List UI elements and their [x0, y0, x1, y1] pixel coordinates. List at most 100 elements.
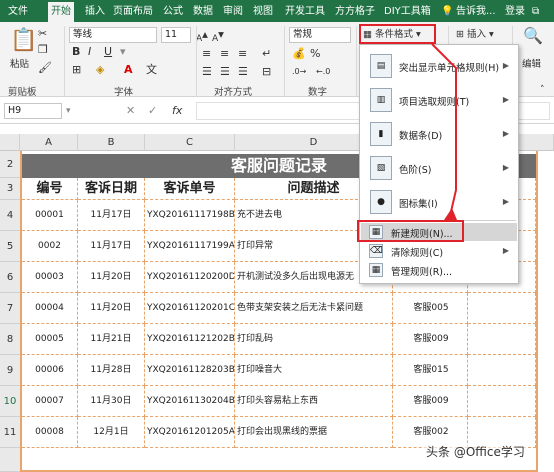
menu-item-clear-rules[interactable]: ⌫ 清除规则(C) ▶ — [361, 242, 517, 260]
decrease-decimal-icon[interactable]: ←.0 — [316, 66, 330, 78]
insert-cells-button[interactable]: ⊞ 插入 ▾ — [456, 26, 494, 40]
merge-center-icon[interactable]: ⊟ — [262, 66, 271, 78]
cell-id[interactable]: 00008 — [22, 417, 78, 448]
font-size-select[interactable]: 11 — [161, 27, 191, 43]
paste-button[interactable]: 粘贴 — [10, 56, 29, 70]
tab-file[interactable]: 文件 — [8, 3, 28, 21]
tab-diy-toolbox[interactable]: DIY工具箱 — [384, 3, 431, 21]
cell-date[interactable]: 11月20日 — [78, 293, 145, 324]
cell-order[interactable]: YXQ20161117198BB — [145, 200, 235, 231]
cell-id[interactable]: 00004 — [22, 293, 78, 324]
currency-icon[interactable]: 💰 — [292, 48, 306, 60]
cell-id[interactable]: 0002 — [22, 231, 78, 262]
percent-button[interactable]: % — [310, 48, 320, 60]
align-middle-icon[interactable]: ≡ — [220, 48, 229, 60]
menu-item-manage-rules[interactable]: ▦ 管理规则(R)... — [361, 261, 517, 279]
row-header[interactable]: 5 — [0, 231, 20, 262]
align-left-icon[interactable]: ☰ — [202, 66, 212, 78]
font-color-button[interactable]: A — [124, 64, 133, 76]
tab-home[interactable]: 开始 — [48, 2, 74, 22]
cell-order[interactable]: YXQ20161120201CS — [145, 293, 235, 324]
tab-review[interactable]: 审阅 — [223, 3, 243, 21]
insert-function-button[interactable]: fx — [172, 105, 182, 117]
row-header[interactable]: 10 — [0, 386, 20, 417]
underline-button[interactable]: U — [104, 46, 112, 58]
name-box-dropdown-icon[interactable]: ▾ — [66, 105, 71, 117]
header-id[interactable]: 编号 — [22, 178, 78, 200]
row-header[interactable]: 8 — [0, 324, 20, 355]
tab-insert[interactable]: 插入 — [85, 3, 105, 21]
cell-order[interactable]: YXQ20161201205AC — [145, 417, 235, 448]
number-format-select[interactable]: 常规 — [289, 27, 351, 43]
cell-date[interactable]: 11月30日 — [78, 386, 145, 417]
find-icon[interactable]: 🔍 — [523, 28, 543, 44]
cell-date[interactable]: 11月20日 — [78, 262, 145, 293]
header-order[interactable]: 客诉单号 — [145, 178, 235, 200]
align-center-icon[interactable]: ☰ — [220, 66, 230, 78]
font-name-select[interactable]: 等线 — [69, 27, 157, 43]
row-header[interactable]: 9 — [0, 355, 20, 386]
cell-agent[interactable]: 客服005 — [393, 293, 468, 324]
row-header[interactable]: 6 — [0, 262, 20, 293]
cell-order[interactable]: YXQ20161130204BM — [145, 386, 235, 417]
cell-id[interactable]: 00007 — [22, 386, 78, 417]
cancel-icon[interactable]: ✕ — [126, 105, 135, 117]
paste-icon[interactable]: 📋 — [10, 30, 37, 52]
editing-button[interactable]: 编辑 — [522, 56, 541, 70]
wrap-text-icon[interactable]: ↵ — [262, 48, 271, 60]
tab-data[interactable]: 数据 — [193, 3, 213, 21]
cell-date[interactable]: 11月17日 — [78, 231, 145, 262]
cell-order[interactable]: YXQ20161117199AC — [145, 231, 235, 262]
align-bottom-icon[interactable]: ≡ — [238, 48, 247, 60]
cell-agent[interactable]: 客服009 — [393, 386, 468, 417]
tab-page-layout[interactable]: 页面布局 — [113, 3, 153, 21]
format-painter-icon[interactable]: 🖌 — [38, 62, 52, 74]
cell-date[interactable]: 12月1日 — [78, 417, 145, 448]
cell-empty[interactable] — [468, 386, 536, 417]
row-header[interactable]: 7 — [0, 293, 20, 324]
tell-me-box[interactable]: 告诉我... — [456, 3, 496, 21]
row-header[interactable] — [0, 448, 20, 472]
cell-description[interactable]: 打印乱码 — [235, 324, 393, 355]
cell-empty[interactable] — [468, 355, 536, 386]
borders-icon[interactable]: ⊞ — [72, 64, 81, 76]
fill-color-icon[interactable]: ◈ — [96, 64, 104, 76]
cell-id[interactable]: 00001 — [22, 200, 78, 231]
shrink-font-icon[interactable]: A▼ — [212, 29, 224, 45]
cell-description[interactable]: 打印噪音大 — [235, 355, 393, 386]
row-header[interactable]: 4 — [0, 200, 20, 231]
tab-view[interactable]: 视图 — [253, 3, 273, 21]
name-box[interactable]: H9 — [4, 103, 62, 119]
row-header[interactable]: 3 — [0, 178, 20, 200]
increase-decimal-icon[interactable]: .0→ — [292, 66, 306, 78]
column-header-a[interactable]: A — [20, 134, 78, 151]
bold-button[interactable]: B — [72, 46, 80, 58]
cell-description[interactable]: 色带支架安装之后无法卡紧问题 — [235, 293, 393, 324]
collapse-ribbon-icon[interactable]: ˄ — [540, 84, 545, 96]
cell-order[interactable]: YXQ20161121202BR — [145, 324, 235, 355]
row-header[interactable]: 2 — [0, 151, 20, 178]
cell-id[interactable]: 00006 — [22, 355, 78, 386]
grow-font-icon[interactable]: A▲ — [196, 29, 208, 45]
cell-description[interactable]: 打印会出现黑线的票据 — [235, 417, 393, 448]
enter-icon[interactable]: ✓ — [148, 105, 157, 117]
select-all-corner[interactable] — [0, 134, 20, 151]
cell-id[interactable]: 00005 — [22, 324, 78, 355]
align-top-icon[interactable]: ≡ — [202, 48, 211, 60]
cell-date[interactable]: 11月21日 — [78, 324, 145, 355]
cell-order[interactable]: YXQ20161128203BF — [145, 355, 235, 386]
row-header[interactable]: 11 — [0, 417, 20, 448]
cell-order[interactable]: YXQ20161120200DH — [145, 262, 235, 293]
cell-agent[interactable]: 客服009 — [393, 324, 468, 355]
cell-empty[interactable] — [468, 324, 536, 355]
copy-icon[interactable]: ❐ — [38, 44, 48, 56]
phonetic-icon[interactable]: 文 — [146, 64, 157, 76]
cell-id[interactable]: 00003 — [22, 262, 78, 293]
share-icon[interactable]: ⧉ — [532, 3, 539, 21]
column-header-b[interactable]: B — [78, 134, 145, 151]
tab-formulas[interactable]: 公式 — [163, 3, 183, 21]
underline-dropdown-icon[interactable]: ▾ — [120, 46, 126, 58]
header-date[interactable]: 客诉日期 — [78, 178, 145, 200]
tab-fangfang[interactable]: 方方格子 — [335, 3, 375, 21]
cut-icon[interactable]: ✂ — [38, 28, 47, 40]
